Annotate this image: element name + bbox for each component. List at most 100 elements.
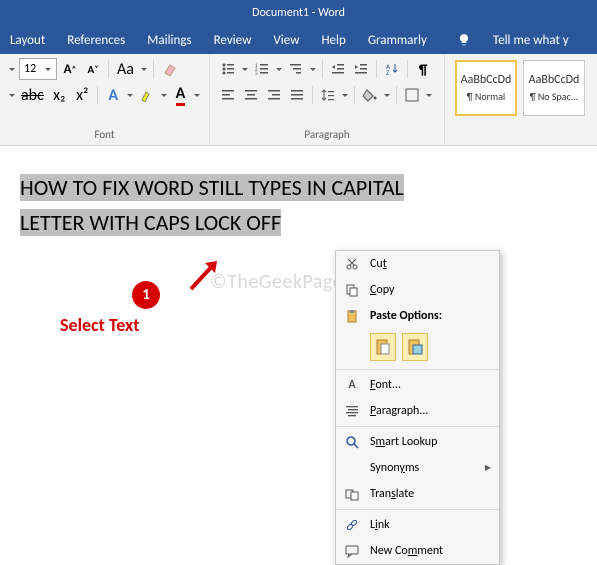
paste-options-row xyxy=(336,329,499,367)
clipboard-icon xyxy=(344,308,360,324)
line-spacing-dropdown[interactable] xyxy=(341,84,349,106)
align-right-button[interactable] xyxy=(264,84,284,106)
tab-review[interactable]: Review xyxy=(214,33,252,48)
copy-icon xyxy=(344,282,360,298)
decrease-indent-button[interactable] xyxy=(328,58,348,80)
annotation-arrow xyxy=(185,255,225,295)
svg-text:3: 3 xyxy=(255,71,258,76)
style-no-spacing[interactable]: AaBbCcDd ¶ No Spac... xyxy=(523,60,585,116)
borders-dropdown[interactable] xyxy=(425,84,433,106)
eraser-icon xyxy=(162,61,178,77)
lightbulb-icon xyxy=(457,33,471,47)
ctx-link[interactable]: Link xyxy=(336,512,499,538)
strikethrough-button[interactable]: abc xyxy=(19,84,47,106)
outdent-icon xyxy=(331,62,345,76)
ctx-font[interactable]: A Font... xyxy=(336,372,499,398)
indent-icon xyxy=(354,62,368,76)
annotation-label-select-text: Select Text xyxy=(60,314,140,336)
align-left-button[interactable] xyxy=(218,84,238,106)
annotation-badge-1: 1 xyxy=(132,281,160,309)
ctx-cut[interactable]: CutCut xyxy=(336,251,499,277)
align-left-icon xyxy=(221,88,235,102)
multilevel-dropdown[interactable] xyxy=(309,58,317,80)
grow-font-button[interactable]: A˄ xyxy=(60,58,80,80)
superscript-button[interactable]: x² xyxy=(72,84,92,106)
font-color-dropdown[interactable] xyxy=(193,84,201,106)
ribbon-tabs: Layout References Mailings Review View H… xyxy=(0,26,597,54)
clear-formatting-button[interactable] xyxy=(159,58,181,80)
ctx-smart-lookup[interactable]: Smart Lookup xyxy=(336,429,499,455)
font-size-input[interactable]: 12 xyxy=(19,58,57,80)
tab-help[interactable]: Help xyxy=(321,33,345,48)
ctx-copy[interactable]: Copy xyxy=(336,277,499,303)
font-a-icon: A xyxy=(344,377,360,393)
text-effects-dropdown[interactable] xyxy=(126,84,134,106)
highlight-button[interactable] xyxy=(137,84,157,106)
selected-text-line1[interactable]: HOW TO FIX WORD STILL TYPES IN CAPITAL xyxy=(20,174,404,201)
font-group: 12 A˄ A˅ Aa abc x₂ x² A A Font xyxy=(0,54,210,145)
ctx-new-comment[interactable]: New Comment xyxy=(336,538,499,564)
paragraph-icon xyxy=(344,403,360,419)
ctx-synonyms[interactable]: Synonyms ▶ xyxy=(336,455,499,481)
text-effects-button[interactable]: A xyxy=(103,84,123,106)
multilevel-icon xyxy=(289,62,303,76)
ribbon: 12 A˄ A˅ Aa abc x₂ x² A A Font xyxy=(0,54,597,146)
borders-icon xyxy=(405,88,419,102)
font-group-label: Font xyxy=(8,126,201,143)
borders-button[interactable] xyxy=(402,84,422,106)
font-color-button[interactable]: A xyxy=(170,84,190,106)
context-menu: CutCut Copy Paste Options: A Font... Par… xyxy=(335,250,500,565)
bullets-icon xyxy=(221,62,235,76)
highlighter-icon xyxy=(140,88,154,102)
ctx-paragraph[interactable]: Paragraph... xyxy=(336,398,499,424)
change-case-button[interactable]: Aa xyxy=(114,58,137,80)
align-center-icon xyxy=(244,88,258,102)
shading-button[interactable] xyxy=(360,84,380,106)
tab-grammarly[interactable]: Grammarly xyxy=(368,33,427,48)
paste-formatting-icon xyxy=(375,338,391,356)
change-case-dropdown[interactable] xyxy=(140,58,148,80)
selected-text-line2[interactable]: LETTER WITH CAPS LOCK OFF xyxy=(20,209,281,236)
line-spacing-icon xyxy=(321,88,335,102)
justify-button[interactable] xyxy=(287,84,307,106)
tab-view[interactable]: View xyxy=(273,33,299,48)
font-family-dropdown[interactable] xyxy=(8,58,16,80)
chevron-right-icon: ▶ xyxy=(485,463,491,473)
line-spacing-button[interactable] xyxy=(318,84,338,106)
numbering-button[interactable]: 123 xyxy=(252,58,272,80)
bullets-button[interactable] xyxy=(218,58,238,80)
highlight-dropdown[interactable] xyxy=(160,84,168,106)
comment-icon xyxy=(344,543,360,559)
bullets-dropdown[interactable] xyxy=(241,58,249,80)
document-body[interactable]: HOW TO FIX WORD STILL TYPES IN CAPITAL L… xyxy=(20,170,404,240)
tell-me[interactable]: Tell me what y xyxy=(493,33,569,48)
show-marks-button[interactable]: ¶ xyxy=(413,58,433,80)
multilevel-button[interactable] xyxy=(286,58,306,80)
border-dropdown-partial[interactable] xyxy=(8,84,16,106)
shrink-font-button[interactable]: A˅ xyxy=(83,58,103,80)
shading-dropdown[interactable] xyxy=(383,84,391,106)
sort-button[interactable]: AZ xyxy=(382,58,402,80)
increase-indent-button[interactable] xyxy=(351,58,371,80)
paste-keep-formatting[interactable] xyxy=(370,333,396,361)
search-icon xyxy=(344,434,360,450)
align-center-button[interactable] xyxy=(241,84,261,106)
link-icon xyxy=(344,517,360,533)
numbering-icon: 123 xyxy=(255,62,269,76)
subscript-button[interactable]: x₂ xyxy=(49,84,69,106)
align-right-icon xyxy=(267,88,281,102)
paste-picture-icon xyxy=(407,338,423,356)
numbering-dropdown[interactable] xyxy=(275,58,283,80)
tab-layout[interactable]: Layout xyxy=(10,33,45,48)
paragraph-group: 123 AZ ¶ P xyxy=(210,54,445,145)
translate-icon xyxy=(344,486,360,502)
tab-mailings[interactable]: Mailings xyxy=(147,33,191,48)
styles-group: AaBbCcDd ¶ Normal AaBbCcDd ¶ No Spac... xyxy=(445,54,597,145)
blank-icon xyxy=(344,460,360,476)
paste-picture[interactable] xyxy=(402,333,428,361)
justify-icon xyxy=(290,88,304,102)
style-normal[interactable]: AaBbCcDd ¶ Normal xyxy=(455,60,517,116)
tab-references[interactable]: References xyxy=(67,33,125,48)
window-titlebar: Document1 - Word xyxy=(0,0,597,26)
ctx-translate[interactable]: Translate xyxy=(336,481,499,507)
